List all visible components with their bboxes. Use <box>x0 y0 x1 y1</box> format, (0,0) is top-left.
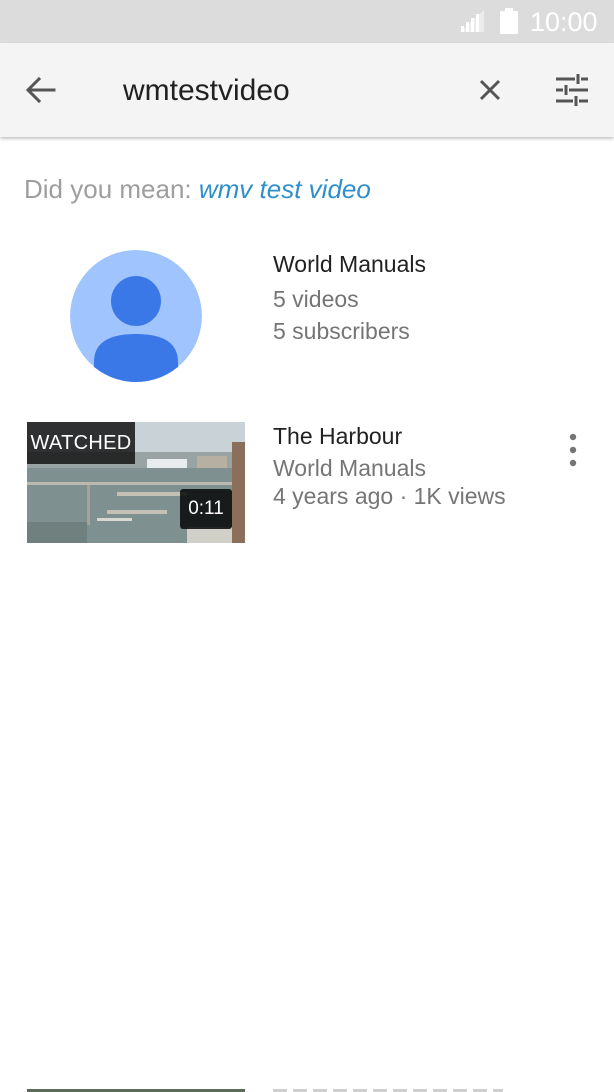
watched-badge: WATCHED <box>27 422 135 464</box>
did-you-mean-row: Did you mean: wmv test video <box>24 173 371 205</box>
search-results-screen: 10:00 wmtestvideo Did you mean: wmv test… <box>0 0 614 1092</box>
tune-icon[interactable] <box>554 73 590 107</box>
signal-icon <box>460 10 484 32</box>
video-thumbnail[interactable]: WATCHED 0:11 <box>27 422 245 543</box>
status-bar: 10:00 <box>0 0 614 43</box>
close-icon[interactable] <box>474 74 506 106</box>
duration-badge: 0:11 <box>180 489 232 529</box>
channel-avatar[interactable] <box>70 250 202 382</box>
status-time: 10:00 <box>530 7 598 37</box>
search-query-text[interactable]: wmtestvideo <box>123 73 290 109</box>
channel-video-count: 5 videos <box>273 286 359 312</box>
video-channel-name: World Manuals <box>273 455 426 481</box>
video-meta: 4 years ago · 1K views <box>273 483 506 509</box>
channel-subscriber-count: 5 subscribers <box>273 318 410 344</box>
more-vert-icon[interactable] <box>562 432 584 468</box>
suggested-query-link[interactable]: wmv test video <box>199 174 371 204</box>
video-title[interactable]: The Harbour <box>273 422 402 450</box>
search-toolbar: wmtestvideo <box>0 43 614 137</box>
arrow-left-icon[interactable] <box>22 72 58 108</box>
person-avatar-icon <box>70 250 202 382</box>
channel-name[interactable]: World Manuals <box>273 250 426 278</box>
did-you-mean-label: Did you mean: <box>24 174 199 204</box>
battery-icon <box>500 8 518 34</box>
